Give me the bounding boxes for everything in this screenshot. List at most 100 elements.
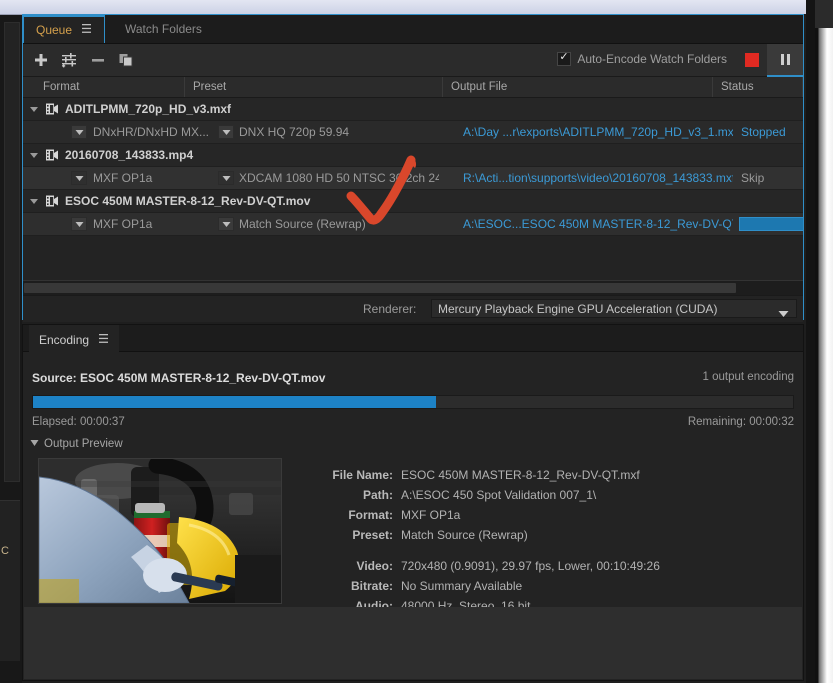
tab-watch-folders[interactable]: Watch Folders <box>113 15 214 43</box>
cell-preset: DNX HQ 720p 59.94 <box>239 125 350 139</box>
queue-panel: Queue Watch Folders ✓ Auto-Encode Watch … <box>22 14 804 322</box>
detail-spacer <box>305 545 785 556</box>
cell-status: Stopped <box>741 125 786 139</box>
detail-key: Bitrate: <box>350 579 393 593</box>
encoding-panel: Encoding Source: ESOC 450M MASTER-8-12_R… <box>22 324 804 681</box>
queue-group-row[interactable]: ADITLPMM_720p_HD_v3.mxf <box>23 98 803 121</box>
detail-value: 720x480 (0.9091), 29.97 fps, Lower, 00:1… <box>401 559 660 573</box>
film-clip-icon <box>45 194 59 208</box>
hamburger-menu-icon[interactable] <box>81 24 92 36</box>
auto-encode-watch-folders-checkbox[interactable]: Auto-Encode Watch Folders <box>557 50 727 66</box>
detail-row: File Name: ESOC 450M MASTER-8-12_Rev-DV-… <box>305 465 785 485</box>
detail-key: Format: <box>348 508 393 522</box>
queue-output-row[interactable]: DNxHR/DNxHD MX... DNX HQ 720p 59.94 A:\D… <box>23 121 803 144</box>
tab-encoding[interactable]: Encoding <box>29 325 120 353</box>
queue-group-name: 20160708_143833.mp4 <box>65 148 194 162</box>
cell-format: DNxHR/DNxHD MX... <box>93 125 209 139</box>
column-header-preset[interactable]: Preset <box>185 77 443 97</box>
triangle-down-icon <box>30 438 39 450</box>
auto-encode-label: Auto-Encode Watch Folders <box>577 52 727 66</box>
queue-group-row[interactable]: 20160708_143833.mp4 <box>23 144 803 167</box>
column-header-format[interactable]: Format <box>35 77 185 97</box>
renderer-bar: Renderer: Mercury Playback Engine GPU Ac… <box>23 295 803 322</box>
plus-icon[interactable] <box>31 50 51 70</box>
preset-dropdown[interactable] <box>218 125 234 139</box>
minus-icon[interactable] <box>88 50 108 70</box>
encoding-empty-area <box>24 607 802 679</box>
tab-queue[interactable]: Queue <box>23 15 106 43</box>
background-right-gap <box>806 0 815 683</box>
queue-list: ADITLPMM_720p_HD_v3.mxf DNxHR/DNxHD MX..… <box>23 98 803 280</box>
queue-group-row[interactable]: ESOC 450M MASTER-8-12_Rev-DV-QT.mov <box>23 190 803 213</box>
detail-value: MXF OP1a <box>401 508 461 522</box>
output-preview-thumbnail <box>38 458 282 604</box>
encoding-output-count: 1 output encoding <box>702 371 794 383</box>
format-dropdown[interactable] <box>71 125 87 139</box>
detail-key: Preset: <box>352 528 393 542</box>
queue-group-name: ESOC 450M MASTER-8-12_Rev-DV-QT.mov <box>65 194 311 208</box>
pause-button[interactable] <box>767 44 803 77</box>
detail-value: No Summary Available <box>401 579 523 593</box>
detail-key: File Name: <box>332 468 393 482</box>
detail-row: Preset: Match Source (Rewrap) <box>305 525 785 545</box>
encoding-remaining: Remaining: 00:00:32 <box>687 416 794 428</box>
chevron-down-icon[interactable] <box>29 196 39 206</box>
hamburger-menu-icon[interactable] <box>98 334 109 346</box>
cell-preset: XDCAM 1080 HD 50 NTSC 30 2ch 24bit <box>239 171 439 185</box>
output-preview-toggle[interactable]: Output Preview <box>30 438 123 450</box>
background-window-panel-lower <box>0 500 20 661</box>
preset-dropdown[interactable] <box>218 171 234 185</box>
tab-queue-label: Queue <box>36 23 73 37</box>
renderer-select[interactable]: Mercury Playback Engine GPU Acceleration… <box>431 299 797 318</box>
duplicate-icon[interactable] <box>116 50 136 70</box>
film-clip-icon <box>45 148 59 162</box>
cell-format: MXF OP1a <box>93 171 153 185</box>
tab-encoding-label: Encoding <box>39 333 90 347</box>
encoding-progress-fill <box>33 396 436 408</box>
column-header-output-file[interactable]: Output File <box>443 77 713 97</box>
chevron-down-icon[interactable] <box>29 104 39 114</box>
format-dropdown[interactable] <box>71 171 87 185</box>
format-dropdown[interactable] <box>71 217 87 231</box>
detail-value: Match Source (Rewrap) <box>401 528 528 542</box>
screenshot-root: C Queue Watch Folders ✓ Auto-Encode Watc… <box>0 0 833 683</box>
detail-row: Format: MXF OP1a <box>305 505 785 525</box>
queue-group-name: ADITLPMM_720p_HD_v3.mxf <box>65 102 232 116</box>
cell-output-file[interactable]: A:\ESOC...ESOC 450M MASTER-8-12_Rev-DV-Q… <box>463 213 733 235</box>
detail-key: Path: <box>363 488 393 502</box>
preset-dropdown[interactable] <box>218 217 234 231</box>
background-partial-text: C <box>1 545 9 557</box>
row-progress-bar <box>739 217 803 231</box>
queue-toolbar: Auto-Encode Watch Folders <box>23 44 803 77</box>
queue-empty-area <box>23 236 803 280</box>
background-window-right <box>815 0 833 683</box>
cell-output-file[interactable]: A:\Day ...r\exports\ADITLPMM_720p_HD_v3_… <box>463 121 733 143</box>
background-window-right-titlebar <box>815 0 833 28</box>
background-titlebar-strip <box>0 0 815 15</box>
output-preview-details: File Name: ESOC 450M MASTER-8-12_Rev-DV-… <box>305 465 785 616</box>
chevron-down-icon <box>778 305 789 323</box>
queue-output-row[interactable]: MXF OP1a Match Source (Rewrap) A:\ESOC..… <box>23 213 803 236</box>
renderer-label: Renderer: <box>363 302 417 316</box>
cell-status: Skip <box>741 171 765 185</box>
background-window-panel-upper <box>4 22 20 482</box>
queue-output-row[interactable]: MXF OP1a XDCAM 1080 HD 50 NTSC 30 2ch 24… <box>23 167 803 190</box>
cell-format: MXF OP1a <box>93 217 153 231</box>
encoding-source-label: Source: ESOC 450M MASTER-8-12_Rev-DV-QT.… <box>32 371 326 385</box>
chevron-down-icon[interactable] <box>29 150 39 160</box>
queue-horizontal-scrollbar[interactable] <box>23 280 803 295</box>
detail-value: ESOC 450M MASTER-8-12_Rev-DV-QT.mxf <box>401 468 640 482</box>
encoding-elapsed: Elapsed: 00:00:37 <box>32 416 125 428</box>
queue-tabbar: Queue Watch Folders <box>23 15 803 44</box>
stop-square-icon[interactable] <box>745 53 759 67</box>
encoding-progress-bar <box>32 395 794 409</box>
thumbnail-image <box>39 459 281 603</box>
cell-output-file[interactable]: R:\Acti...tion\supports\video\20160708_1… <box>463 167 733 189</box>
scrollbar-thumb[interactable] <box>24 283 736 293</box>
cell-preset: Match Source (Rewrap) <box>239 217 366 231</box>
encoding-tabbar: Encoding <box>23 325 803 353</box>
detail-row: Path: A:\ESOC 450 Spot Validation 007_1\ <box>305 485 785 505</box>
column-header-status[interactable]: Status <box>713 77 803 97</box>
output-preview-title: Output Preview <box>44 438 123 450</box>
preset-sliders-icon[interactable] <box>59 50 79 70</box>
